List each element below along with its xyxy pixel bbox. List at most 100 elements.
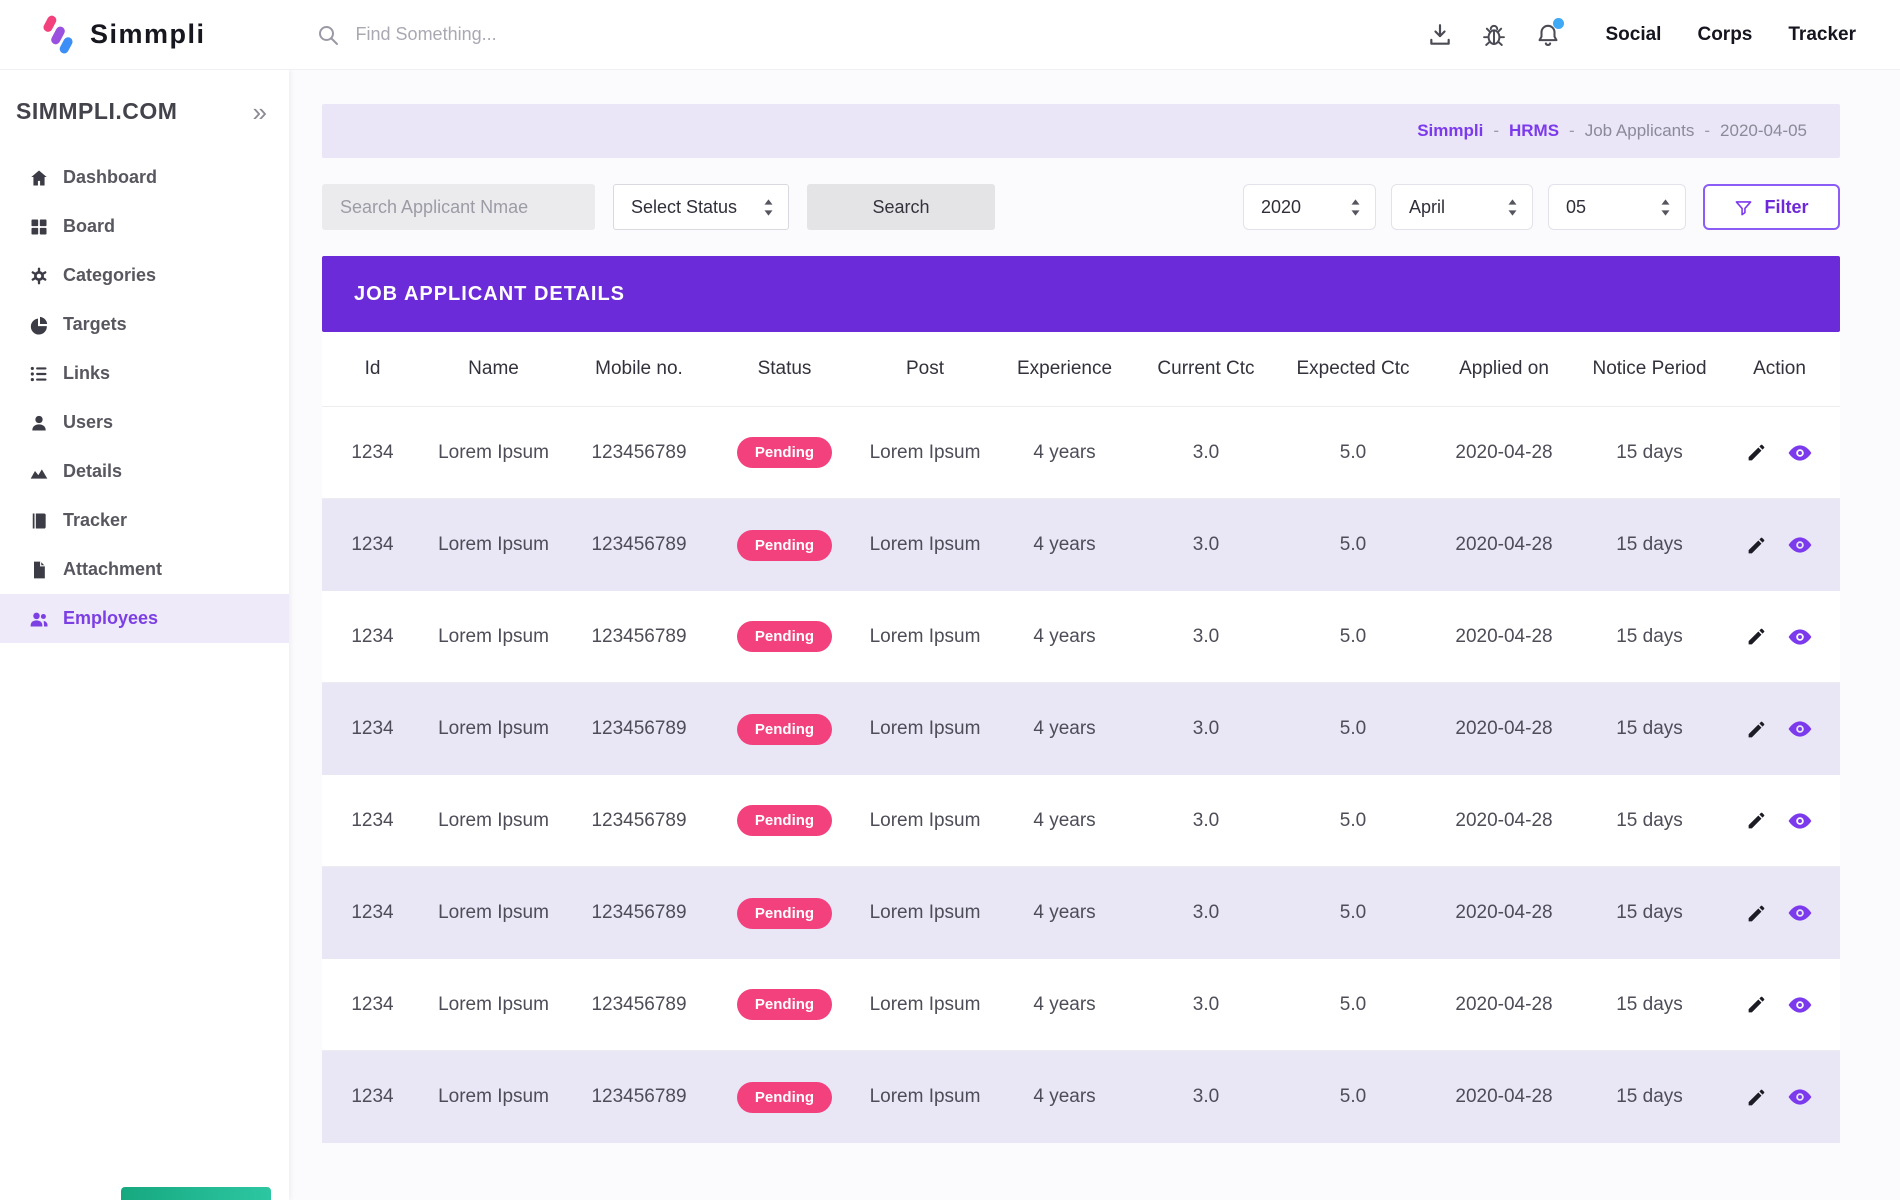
cell-name: Lorem Ipsum	[423, 810, 564, 832]
global-search[interactable]	[316, 23, 776, 47]
breadcrumb-separator: -	[1704, 121, 1710, 141]
pencil-icon[interactable]	[1746, 442, 1767, 463]
sidebar-item-dashboard[interactable]: Dashboard	[0, 153, 289, 202]
status-badge: Pending	[737, 437, 832, 468]
user-icon	[29, 413, 49, 433]
cell-id: 1234	[322, 994, 423, 1016]
chat-widget-bar[interactable]	[121, 1187, 271, 1200]
cell-expected-ctc: 5.0	[1278, 718, 1428, 740]
filter-button-label: Filter	[1764, 197, 1808, 218]
day-select-value: 05	[1566, 197, 1586, 218]
panel-header: JOB APPLICANT DETAILS	[322, 256, 1840, 332]
cell-current-ctc: 3.0	[1134, 994, 1278, 1016]
cell-post: Lorem Ipsum	[855, 534, 995, 556]
cell-post: Lorem Ipsum	[855, 1086, 995, 1108]
sidebar-item-employees[interactable]: Employees	[0, 594, 289, 643]
sidebar-header: SIMMPLI.COM »	[0, 70, 289, 153]
cell-applied-on: 2020-04-28	[1428, 1086, 1580, 1108]
cell-status: Pending	[714, 898, 855, 929]
pencil-icon[interactable]	[1746, 535, 1767, 556]
sidebar-item-links[interactable]: Links	[0, 349, 289, 398]
cell-experience: 4 years	[995, 718, 1134, 740]
cell-actions	[1719, 716, 1840, 742]
brand-name: Simmpli	[90, 19, 206, 50]
eye-icon[interactable]	[1787, 716, 1813, 742]
global-search-input[interactable]	[356, 24, 776, 45]
brand-logo-icon	[40, 15, 76, 55]
filter-button[interactable]: Filter	[1703, 184, 1840, 230]
cell-actions	[1719, 900, 1840, 926]
cell-applied-on: 2020-04-28	[1428, 994, 1580, 1016]
cell-name: Lorem Ipsum	[423, 994, 564, 1016]
cell-actions	[1719, 992, 1840, 1018]
cell-post: Lorem Ipsum	[855, 994, 995, 1016]
sidebar-item-label: Tracker	[63, 510, 127, 531]
sidebar-item-tracker[interactable]: Tracker	[0, 496, 289, 545]
search-button[interactable]: Search	[807, 184, 995, 230]
year-select-value: 2020	[1261, 197, 1301, 218]
top-navbar: Simmpli	[0, 0, 1900, 70]
sidebar-item-label: Users	[63, 412, 113, 433]
navbar-actions: Social Corps Tracker	[1399, 22, 1856, 48]
pencil-icon[interactable]	[1746, 810, 1767, 831]
main-content: Simmpli-HRMS-Job Applicants-2020-04-05 S…	[289, 70, 1900, 1200]
eye-icon[interactable]	[1787, 808, 1813, 834]
breadcrumb-separator: -	[1493, 121, 1499, 141]
bug-icon[interactable]	[1481, 22, 1507, 48]
nav-link-corps[interactable]: Corps	[1697, 24, 1752, 46]
pencil-icon[interactable]	[1746, 719, 1767, 740]
sidebar-item-label: Details	[63, 461, 122, 482]
sidebar-item-label: Categories	[63, 265, 156, 286]
eye-icon[interactable]	[1787, 900, 1813, 926]
nav-link-tracker[interactable]: Tracker	[1788, 24, 1856, 46]
chevron-double-icon[interactable]: »	[253, 99, 267, 125]
month-select[interactable]: April	[1391, 184, 1533, 230]
cell-actions	[1719, 532, 1840, 558]
bell-icon[interactable]	[1535, 22, 1561, 48]
eye-icon[interactable]	[1787, 532, 1813, 558]
applicant-search-input[interactable]	[322, 184, 595, 230]
panel-title: JOB APPLICANT DETAILS	[354, 283, 625, 306]
cell-mobile: 123456789	[564, 994, 714, 1016]
pencil-icon[interactable]	[1746, 626, 1767, 647]
pencil-icon[interactable]	[1746, 994, 1767, 1015]
cell-applied-on: 2020-04-28	[1428, 718, 1580, 740]
people-icon	[29, 609, 49, 629]
sidebar-item-categories[interactable]: Categories	[0, 251, 289, 300]
sidebar-item-details[interactable]: Details	[0, 447, 289, 496]
pencil-icon[interactable]	[1746, 1087, 1767, 1108]
notification-dot	[1553, 18, 1564, 29]
cell-applied-on: 2020-04-28	[1428, 534, 1580, 556]
cell-experience: 4 years	[995, 1086, 1134, 1108]
eye-icon[interactable]	[1787, 624, 1813, 650]
cell-id: 1234	[322, 626, 423, 648]
cell-status: Pending	[714, 621, 855, 652]
status-select[interactable]: Select Status	[613, 184, 789, 230]
status-badge: Pending	[737, 714, 832, 745]
status-select-value: Select Status	[631, 197, 737, 218]
breadcrumb-item[interactable]: HRMS	[1509, 121, 1559, 141]
sidebar-item-users[interactable]: Users	[0, 398, 289, 447]
filter-toolbar: Select Status Search 2020 April 05	[322, 184, 1840, 230]
cell-applied-on: 2020-04-28	[1428, 442, 1580, 464]
sidebar-item-label: Board	[63, 216, 115, 237]
cell-applied-on: 2020-04-28	[1428, 902, 1580, 924]
cell-notice-period: 15 days	[1580, 902, 1719, 924]
cell-experience: 4 years	[995, 626, 1134, 648]
download-icon[interactable]	[1427, 22, 1453, 48]
column-header-notice-period: Notice Period	[1580, 358, 1719, 380]
column-header-post: Post	[855, 358, 995, 380]
breadcrumb-item[interactable]: Simmpli	[1417, 121, 1483, 141]
nav-link-social[interactable]: Social	[1605, 24, 1661, 46]
grid-icon	[29, 217, 49, 237]
sidebar-item-board[interactable]: Board	[0, 202, 289, 251]
eye-icon[interactable]	[1787, 1084, 1813, 1110]
year-select[interactable]: 2020	[1243, 184, 1376, 230]
pencil-icon[interactable]	[1746, 903, 1767, 924]
sidebar-item-attachment[interactable]: Attachment	[0, 545, 289, 594]
eye-icon[interactable]	[1787, 440, 1813, 466]
sidebar-item-targets[interactable]: Targets	[0, 300, 289, 349]
day-select[interactable]: 05	[1548, 184, 1686, 230]
column-header-name: Name	[423, 358, 564, 380]
eye-icon[interactable]	[1787, 992, 1813, 1018]
